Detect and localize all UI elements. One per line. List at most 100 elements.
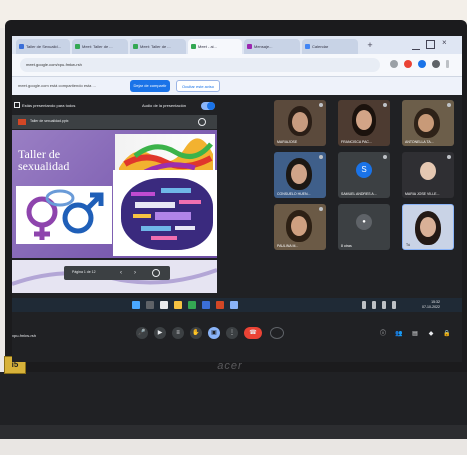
search-icon[interactable]: [146, 301, 154, 309]
screen-share-infobar: meet.google.com está compartiendo esta .…: [12, 77, 462, 95]
slides-toolbar: Taller de sexualidad.pptx: [12, 115, 217, 129]
mic-muted-icon: [383, 103, 387, 107]
mic-muted-icon: [383, 155, 387, 159]
stop-sharing-button[interactable]: Dejar de compartir: [130, 80, 170, 92]
microphone-button[interactable]: 🎤: [136, 327, 148, 339]
participant-tile[interactable]: CONSUELO HUEN...: [274, 152, 326, 198]
presentation-audio-toggle[interactable]: [201, 102, 215, 110]
profile-avatar[interactable]: [432, 60, 440, 68]
meeting-code: xpu-fmkw-rsh: [12, 333, 37, 338]
participant-name: 8 otras: [341, 244, 352, 248]
participant-tile[interactable]: FRANCISCA PAC...: [338, 100, 390, 146]
browser-tab[interactable]: Meet: Taller de ...: [130, 39, 186, 54]
powerpoint-icon: [18, 119, 26, 125]
next-slide-icon[interactable]: ›: [134, 269, 142, 277]
laptop-brand-logo: acer: [217, 360, 243, 372]
info-icon[interactable]: ⓘ: [378, 329, 388, 339]
share-notice-text: meet.google.com está compartiendo esta .…: [18, 83, 96, 88]
chat-icon[interactable]: ▤: [410, 329, 420, 339]
powerpoint-taskbar-icon[interactable]: [216, 301, 224, 309]
participant-name: CONSUELO HUEN...: [277, 192, 311, 196]
laptop-base: [0, 372, 467, 432]
activities-icon[interactable]: ◆: [426, 329, 436, 339]
browser-tab[interactable]: Taller de Sexualid...: [16, 39, 70, 54]
tab-favicon-icon: [247, 44, 252, 49]
browser-menu-icon[interactable]: [446, 60, 449, 68]
participant-name: MARIA JOSE VILLE...: [405, 192, 440, 196]
browser-tab[interactable]: Meet: Taller de ...: [72, 39, 128, 54]
camera-button[interactable]: ▶: [154, 327, 166, 339]
url-input[interactable]: meet.google.com/xpu-fmkw-rsh: [20, 58, 380, 72]
slide-title-line: sexualidad: [18, 159, 70, 173]
participant-face: [292, 112, 308, 132]
more-options-button[interactable]: ⋮: [226, 327, 238, 339]
chrome-icon[interactable]: [188, 301, 196, 309]
taskbar-clock[interactable]: 15:32 07-10-2022: [422, 300, 440, 310]
participant-tile[interactable]: PAULINA M...: [274, 204, 326, 250]
mic-muted-icon: [319, 155, 323, 159]
participant-name: Tú: [406, 243, 411, 247]
maximize-icon[interactable]: [426, 40, 435, 49]
participant-name: MARIAJOSE: [277, 140, 298, 144]
wifi-icon[interactable]: [372, 301, 376, 309]
gender-symbols-image: [16, 186, 112, 244]
tab-favicon-icon: [19, 44, 24, 49]
tab-favicon-icon: [305, 44, 310, 49]
participant-tile[interactable]: MARIA JOSE VILLE...: [402, 152, 454, 198]
browser-tab[interactable]: Mensaje...: [244, 39, 300, 54]
extension-icon[interactable]: [390, 60, 398, 68]
host-controls-icon[interactable]: 🔒: [442, 329, 452, 339]
extra-button[interactable]: [270, 327, 284, 339]
mic-muted-icon: [447, 103, 451, 107]
people-icon[interactable]: 👥: [394, 329, 404, 339]
participant-face: [420, 162, 436, 180]
slides-file-name: Taller de sexualidad.pptx: [30, 119, 69, 123]
clock-date: 07-10-2022: [422, 305, 440, 309]
volume-icon[interactable]: [382, 301, 386, 309]
participant-face: [356, 110, 372, 130]
present-button[interactable]: ▣: [208, 327, 220, 339]
others-avatar: ●: [356, 214, 372, 230]
edge-icon[interactable]: [230, 301, 238, 309]
slide-navigation-bar: Página 1 de 12 ‹ ›: [64, 266, 170, 280]
bookmark-icon[interactable]: [418, 60, 426, 68]
presentation-audio-label: Audio de la presentación: [142, 103, 187, 108]
minimize-icon[interactable]: [412, 41, 420, 50]
close-icon[interactable]: ×: [442, 38, 452, 48]
participant-name: ANTONELLA TA...: [405, 140, 434, 144]
self-tile[interactable]: Tú: [402, 204, 454, 250]
zoom-icon[interactable]: [152, 269, 160, 277]
participant-tile[interactable]: S SAMUEL ANDRES A...: [338, 152, 390, 198]
new-tab-button[interactable]: +: [364, 39, 376, 51]
end-call-button[interactable]: ☎: [244, 327, 262, 339]
word-icon[interactable]: [202, 301, 210, 309]
windows-start-icon[interactable]: [132, 301, 140, 309]
participant-tile[interactable]: ● 8 otras: [338, 204, 390, 250]
participant-face: [418, 114, 434, 132]
browser-tab-active[interactable]: Meet - ai...: [188, 39, 242, 54]
captions-button[interactable]: ≡: [172, 327, 184, 339]
raise-hand-button[interactable]: ✋: [190, 327, 202, 339]
presentation-bar: Estás presentando para todos Audio de la…: [12, 99, 217, 115]
file-explorer-icon[interactable]: [174, 301, 182, 309]
meet-window: Estás presentando para todos Audio de la…: [12, 95, 462, 362]
participant-name: FRANCISCA PAC...: [341, 140, 372, 144]
taskview-icon[interactable]: [160, 301, 168, 309]
presenter-options-icon[interactable]: [198, 118, 206, 126]
mic-muted-icon: [319, 207, 323, 211]
tab-favicon-icon: [75, 44, 80, 49]
battery-icon[interactable]: [392, 301, 396, 309]
extension-icon[interactable]: [404, 60, 412, 68]
tray-icon[interactable]: [362, 301, 366, 309]
browser-tab[interactable]: Calendar: [302, 39, 358, 54]
browser-address-bar: meet.google.com/xpu-fmkw-rsh: [12, 54, 462, 77]
participant-tile[interactable]: MARIAJOSE: [274, 100, 326, 146]
previous-slide-icon[interactable]: ‹: [120, 269, 128, 277]
slide-title: Taller de sexualidad: [18, 148, 110, 172]
hide-notice-button[interactable]: Ocultar este aviso: [176, 80, 220, 92]
presenting-label: Estás presentando para todos: [22, 103, 76, 108]
presentation-slide: Taller de sexualidad: [12, 130, 217, 258]
windows-taskbar: 15:32 07-10-2022: [12, 298, 462, 312]
brain-word-cloud-image: [121, 178, 213, 250]
participant-tile[interactable]: ANTONELLA TA...: [402, 100, 454, 146]
